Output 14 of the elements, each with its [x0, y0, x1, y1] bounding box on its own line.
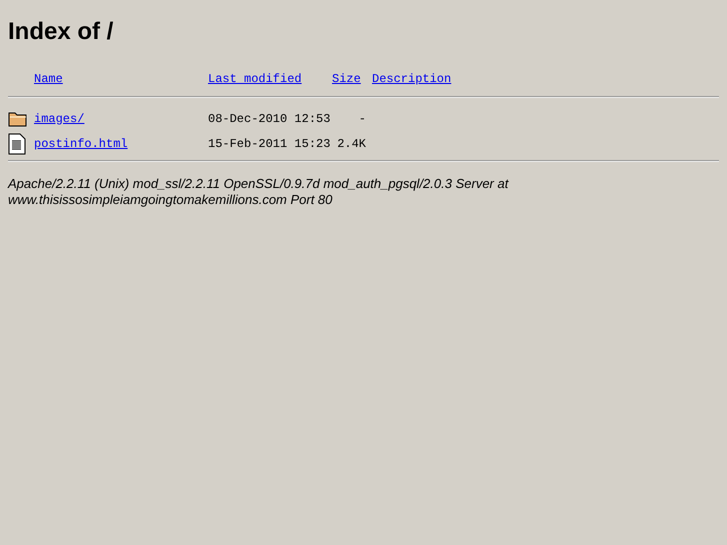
file-link[interactable]: postinfo.html	[34, 136, 128, 150]
column-header-link[interactable]: Last modified	[208, 68, 302, 90]
folder-icon	[8, 110, 28, 128]
document-icon	[8, 132, 26, 154]
file-size: 2.4K	[337, 136, 366, 150]
server-signature: Apache/2.2.11 (Unix) mod_ssl/2.2.11 OpenSSL/0.9.7d mod_auth_pgsql/2.0.3 Server at www.thisissosimpleiamgoingtomakemillions.com Port 80	[8, 176, 510, 208]
file-link[interactable]: images/	[34, 112, 84, 126]
column-header-link[interactable]: Name	[34, 68, 63, 90]
modified-date: 15-Feb-2011 15:23	[208, 136, 330, 150]
page-title: Index of /	[8, 18, 114, 46]
column-header-link[interactable]: Description	[372, 68, 452, 90]
modified-date: 08-Dec-2010 12:53	[208, 112, 330, 126]
column-header-link[interactable]: Size	[332, 68, 361, 90]
file-size: -	[358, 112, 366, 126]
